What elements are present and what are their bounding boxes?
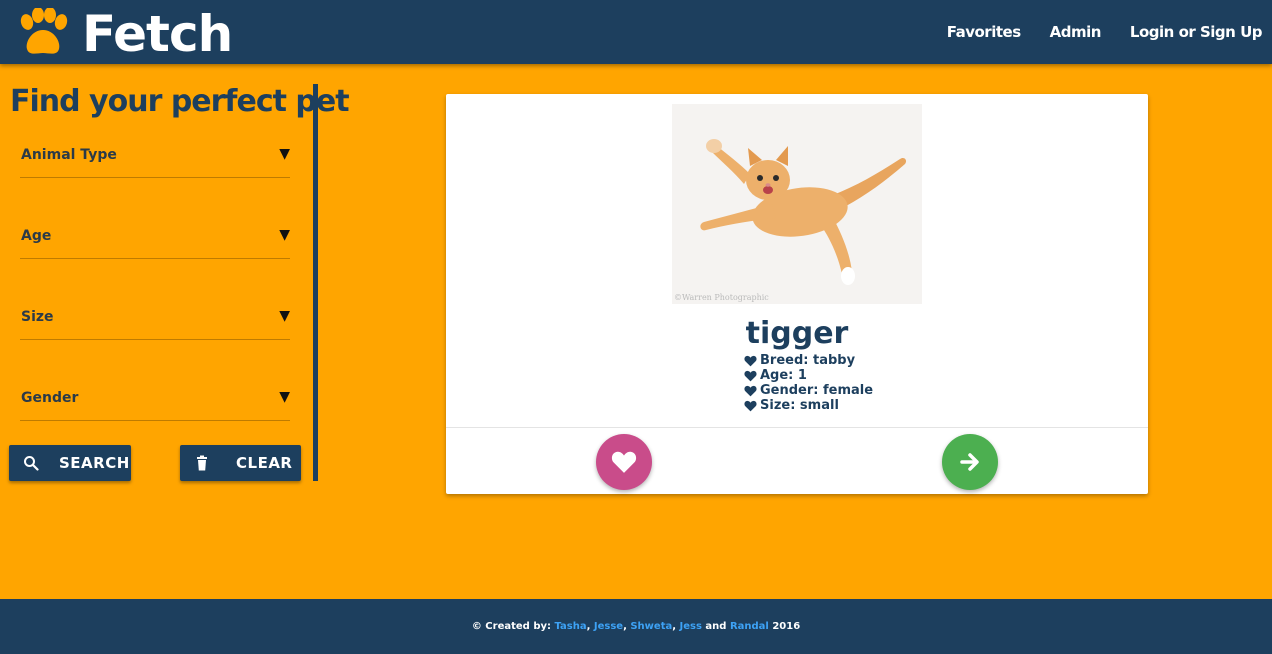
select-label: Animal Type: [21, 147, 117, 163]
detail-size: Size: small: [744, 398, 873, 413]
search-icon: [24, 456, 39, 471]
select-label: Gender: [21, 390, 79, 406]
gender-select[interactable]: Gender ▼: [20, 383, 290, 421]
search-button-label: SEARCH: [59, 454, 130, 472]
footer-year: 2016: [768, 621, 801, 632]
sidebar-divider: [313, 84, 318, 481]
pet-details-list: Breed: tabby Age: 1 Gender: female Size:…: [744, 353, 873, 413]
size-select[interactable]: Size ▼: [20, 302, 290, 340]
photo-watermark: ©Warren Photographic: [674, 293, 769, 302]
detail-text: Size: small: [760, 398, 839, 413]
clear-button[interactable]: CLEAR: [180, 445, 301, 481]
detail-gender: Gender: female: [744, 383, 873, 398]
nav-admin[interactable]: Admin: [1050, 23, 1102, 41]
author-link-jess[interactable]: Jess: [680, 621, 702, 632]
card-action-divider: [446, 427, 1148, 428]
detail-age: Age: 1: [744, 368, 873, 383]
top-navbar: Fetch Favorites Admin Login or Sign Up: [0, 0, 1272, 64]
paw-icon: [20, 8, 68, 54]
select-label: Size: [21, 309, 54, 325]
caret-down-icon: ▼: [279, 389, 290, 405]
pet-photo: ©Warren Photographic: [672, 104, 922, 304]
caret-down-icon: ▼: [279, 146, 290, 162]
brand-name: Fetch: [82, 5, 233, 63]
author-link-tasha[interactable]: Tasha: [554, 621, 586, 632]
search-sidebar: Find your perfect pet Animal Type ▼ Age …: [0, 64, 350, 599]
footer-sep: ,: [586, 621, 594, 632]
kitten-illustration: [672, 104, 922, 304]
arrow-right-icon: [960, 453, 979, 471]
brand-logo[interactable]: Fetch: [16, 4, 233, 64]
heart-bullet-icon: [744, 355, 757, 366]
trash-icon: [197, 455, 207, 471]
nav-login-signup[interactable]: Login or Sign Up: [1130, 23, 1263, 41]
select-label: Age: [21, 228, 52, 244]
detail-text: Breed: tabby: [760, 353, 856, 368]
detail-breed: Breed: tabby: [744, 353, 873, 368]
author-link-shweta[interactable]: Shweta: [630, 621, 672, 632]
favorite-button[interactable]: [596, 434, 652, 490]
nav-favorites[interactable]: Favorites: [947, 23, 1021, 41]
footer-sep: ,: [672, 621, 680, 632]
caret-down-icon: ▼: [279, 227, 290, 243]
author-link-jesse[interactable]: Jesse: [594, 621, 623, 632]
age-select[interactable]: Age ▼: [20, 221, 290, 259]
heart-bullet-icon: [744, 400, 757, 411]
clear-button-label: CLEAR: [236, 454, 293, 472]
sidebar-title: Find your perfect pet: [10, 84, 350, 119]
animal-type-select[interactable]: Animal Type ▼: [20, 140, 290, 178]
next-pet-button[interactable]: [942, 434, 998, 490]
footer-credits: © Created by: Tasha, Jesse, Shweta, Jess…: [472, 621, 800, 632]
footer-and: and: [701, 621, 730, 632]
detail-text: Age: 1: [760, 368, 807, 383]
page-footer: © Created by: Tasha, Jesse, Shweta, Jess…: [0, 599, 1272, 654]
nav-links: Favorites Admin Login or Sign Up: [918, 0, 1263, 64]
heart-bullet-icon: [744, 385, 757, 396]
footer-prefix: © Created by:: [471, 621, 555, 632]
pet-card: ©Warren Photographic tigger Breed: tabby…: [446, 94, 1148, 494]
heart-bullet-icon: [744, 370, 757, 381]
search-button[interactable]: SEARCH: [9, 445, 131, 481]
author-link-randal[interactable]: Randal: [730, 621, 769, 632]
detail-text: Gender: female: [760, 383, 874, 398]
heart-icon: [611, 451, 637, 473]
pet-name: tigger: [745, 316, 849, 351]
caret-down-icon: ▼: [279, 308, 290, 324]
